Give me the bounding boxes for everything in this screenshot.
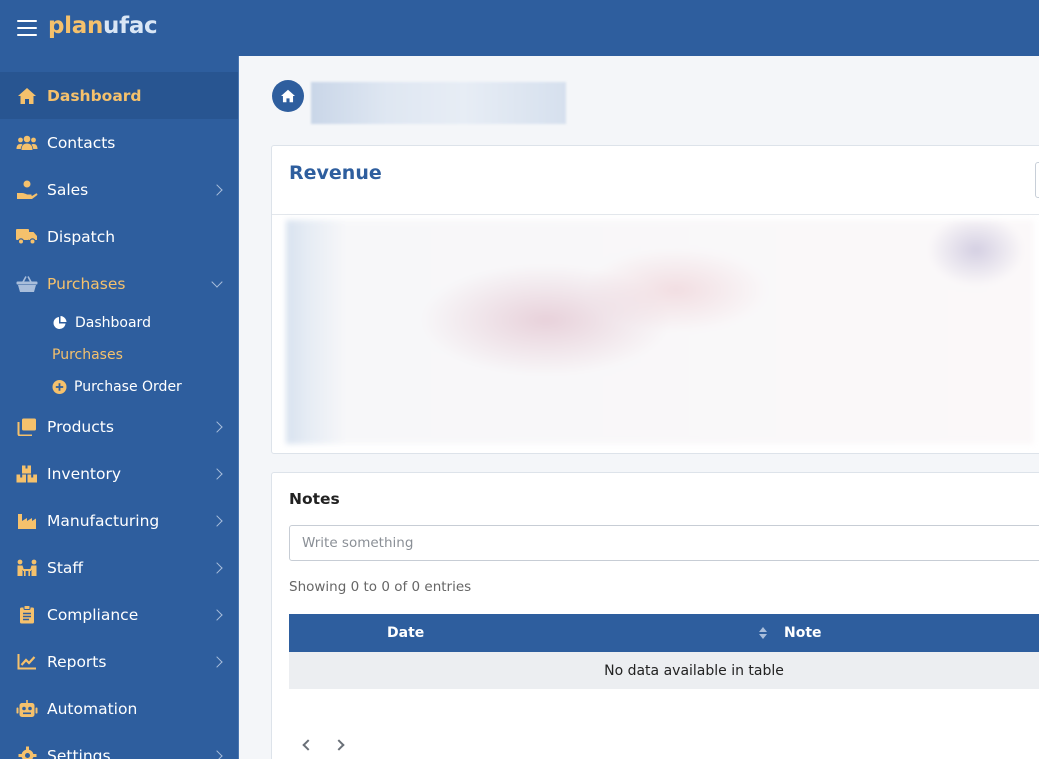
column-header-note[interactable]: Note xyxy=(784,625,822,641)
entries-info: Showing 0 to 0 of 0 entries xyxy=(289,579,472,595)
table-empty-row: No data available in table xyxy=(289,652,1039,689)
breadcrumb-home-button[interactable] xyxy=(272,80,304,112)
sidebar-item-contacts[interactable]: Contacts xyxy=(0,119,238,166)
sales-hand-icon xyxy=(16,180,38,200)
sidebar-item-label: Dispatch xyxy=(47,227,116,246)
submenu-item-label: Purchase Order xyxy=(74,379,182,395)
gear-icon xyxy=(16,746,38,759)
logo-part-plan: plan xyxy=(48,13,104,39)
sidebar-item-label: Purchases xyxy=(47,274,126,293)
chevron-right-icon xyxy=(211,514,223,527)
chevron-right-icon xyxy=(211,608,223,621)
sidebar-item-label: Sales xyxy=(47,180,89,199)
column-header-date[interactable]: Date xyxy=(387,625,424,641)
chevron-right-icon xyxy=(211,420,223,433)
submenu-item-purchases-dashboard[interactable]: Dashboard xyxy=(0,308,238,338)
robot-icon xyxy=(16,699,38,719)
home-icon xyxy=(16,86,38,106)
sidebar-item-label: Manufacturing xyxy=(47,511,160,530)
sidebar-item-manufacturing[interactable]: Manufacturing xyxy=(0,497,238,544)
app-logo[interactable]: planufac xyxy=(48,13,158,39)
sidebar-item-label: Reports xyxy=(47,652,107,671)
sidebar-item-reports[interactable]: Reports xyxy=(0,638,238,685)
hamburger-menu-icon[interactable] xyxy=(17,20,37,36)
chevron-right-icon xyxy=(332,739,345,751)
sidebar-item-label: Compliance xyxy=(47,605,139,624)
empty-table-text: No data available in table xyxy=(604,662,784,679)
staff-icon xyxy=(16,558,38,578)
users-icon xyxy=(16,133,38,153)
sidebar-item-label: Products xyxy=(47,417,114,436)
sidebar-item-products[interactable]: Products xyxy=(0,403,238,450)
chevron-left-icon xyxy=(301,739,314,751)
notes-input[interactable] xyxy=(289,525,1039,561)
sidebar-item-dispatch[interactable]: Dispatch xyxy=(0,213,238,260)
submenu-item-purchase-order[interactable]: Purchase Order xyxy=(0,372,238,402)
chevron-right-icon xyxy=(211,749,223,759)
factory-icon xyxy=(16,511,38,531)
divider xyxy=(272,214,1039,215)
sidebar-item-label: Inventory xyxy=(47,464,122,483)
sidebar-item-compliance[interactable]: Compliance xyxy=(0,591,238,638)
sidebar-item-label: Dashboard xyxy=(47,86,142,105)
sidebar-item-label: Settings xyxy=(47,746,111,759)
plus-circle-icon xyxy=(52,380,67,395)
pie-chart-icon xyxy=(52,316,67,331)
chevron-down-icon xyxy=(211,275,223,288)
sidebar-item-label: Contacts xyxy=(47,133,116,152)
clipboard-icon xyxy=(16,605,38,625)
sidebar-item-dashboard[interactable]: Dashboard xyxy=(0,72,238,119)
redacted-breadcrumb xyxy=(311,82,566,124)
sidebar-item-label: Staff xyxy=(47,558,84,577)
notes-card: Notes Showing 0 to 0 of 0 entries Date N… xyxy=(271,472,1039,759)
revenue-card: Revenue xyxy=(271,145,1039,454)
sidebar-item-label: Automation xyxy=(47,699,138,718)
chevron-right-icon xyxy=(211,561,223,574)
sidebar-item-inventory[interactable]: Inventory xyxy=(0,450,238,497)
home-icon xyxy=(281,89,295,103)
chevron-right-icon xyxy=(211,183,223,196)
chart-line-icon xyxy=(16,652,38,672)
chevron-right-icon xyxy=(211,655,223,668)
submenu-item-label: Dashboard xyxy=(75,315,151,331)
pagination-next-button[interactable] xyxy=(330,735,350,755)
boxes-icon xyxy=(16,464,38,484)
sidebar-item-settings[interactable]: Settings xyxy=(0,732,238,759)
sidebar: Dashboard Contacts Sales Dispatch Purcha… xyxy=(0,56,239,759)
chevron-right-icon xyxy=(211,467,223,480)
products-icon xyxy=(16,417,38,437)
sidebar-item-automation[interactable]: Automation xyxy=(0,685,238,732)
revenue-title: Revenue xyxy=(289,162,382,184)
sidebar-item-staff[interactable]: Staff xyxy=(0,544,238,591)
redacted-revenue-chart xyxy=(286,220,1034,444)
submenu-item-label: Purchases xyxy=(52,347,123,363)
basket-icon xyxy=(16,274,38,294)
logo-part-ufac: ufac xyxy=(103,13,158,39)
sort-icon[interactable] xyxy=(759,627,767,639)
notes-table-header: Date Note xyxy=(289,614,1039,652)
pagination-prev-button[interactable] xyxy=(296,735,316,755)
revenue-options-button[interactable] xyxy=(1035,162,1039,198)
top-bar: planufac xyxy=(0,0,1039,56)
truck-icon xyxy=(16,227,38,247)
notes-title: Notes xyxy=(289,490,340,508)
sidebar-item-purchases[interactable]: Purchases xyxy=(0,260,238,307)
submenu-item-purchases-list[interactable]: Purchases xyxy=(0,340,238,370)
sidebar-item-sales[interactable]: Sales xyxy=(0,166,238,213)
